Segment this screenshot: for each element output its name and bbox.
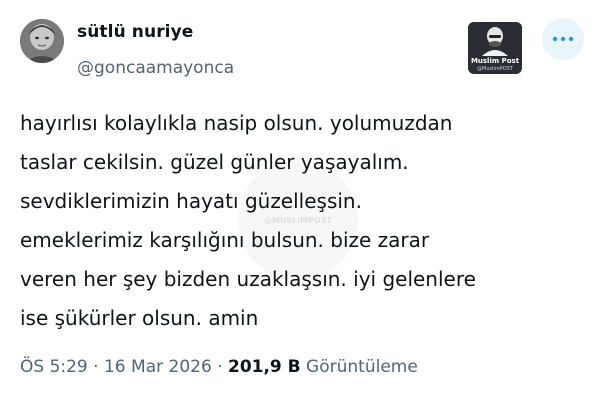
brand-portrait-icon — [468, 22, 522, 56]
meta-separator: · — [217, 357, 223, 377]
tweet-text-line: ise şükürler olsun. amin — [20, 306, 259, 330]
brand-handle: @MuslimPOST — [477, 66, 513, 72]
tweet-time[interactable]: ÖS 5:29 — [20, 357, 88, 377]
tweet-text: hayırlısı kolaylıkla nasip olsun. yolumu… — [20, 104, 580, 338]
author-handle[interactable]: @goncaamayonca — [77, 58, 234, 78]
more-options-button[interactable] — [542, 18, 584, 60]
more-horizontal-icon — [552, 36, 574, 42]
avatar-image — [20, 19, 64, 63]
meta-separator: · — [93, 357, 99, 377]
tweet-text-line: emeklerimiz karşılığını bulsun. bize zar… — [20, 228, 430, 252]
author-name[interactable]: sütlü nuriye — [77, 22, 193, 42]
tweet-meta: ÖS 5:29 · 16 Mar 2026 · 201,9 B Görüntül… — [20, 357, 418, 377]
tweet-date[interactable]: 16 Mar 2026 — [104, 357, 212, 377]
views-count: 201,9 B — [227, 357, 301, 377]
views-label: Görüntüleme — [306, 357, 418, 377]
brand-name: Muslim Post — [470, 57, 520, 65]
muslim-post-logo: Muslim Post @MuslimPOST — [468, 22, 522, 74]
tweet-text-line: taslar cekilsin. güzel günler yaşayalım. — [20, 150, 409, 174]
avatar[interactable] — [20, 19, 64, 63]
tweet-text-line: sevdiklerimizin hayatı güzelleşsin. — [20, 189, 362, 213]
tweet-text-line: hayırlısı kolaylıkla nasip olsun. yolumu… — [20, 111, 453, 135]
tweet-card: sütlü nuriye @goncaamayonca Muslim Post … — [0, 0, 596, 404]
tweet-text-line: veren her şey bizden uzaklaşsın. iyi gel… — [20, 267, 476, 291]
